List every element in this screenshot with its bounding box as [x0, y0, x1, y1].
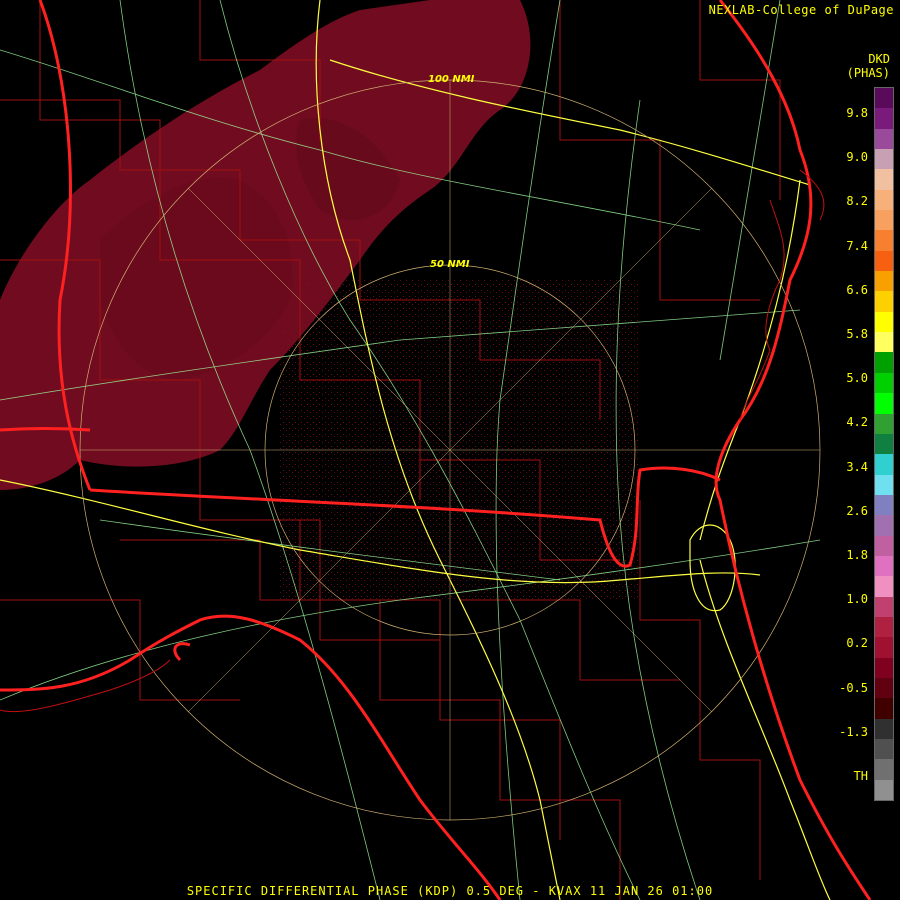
color-scale-segment: [875, 352, 893, 373]
product-caption: SPECIFIC DIFFERENTIAL PHASE (KDP) 0.5 DE…: [186, 884, 714, 898]
color-scale-label: -0.5: [839, 680, 868, 695]
product-code: DKD: [868, 52, 890, 66]
color-scale-segment: [875, 413, 893, 434]
color-scale-segment: [875, 108, 893, 129]
color-scale-segment: [875, 555, 893, 577]
radar-map: 100 NMI 50 NMI: [0, 0, 872, 900]
color-scale-segment: [875, 779, 893, 801]
color-scale-label: 5.0: [846, 371, 868, 386]
ring-label-50: 50 NMI: [430, 259, 470, 270]
color-scale-label: 1.0: [846, 592, 868, 607]
credit-text: NEXLAB-College of DuPage: [708, 3, 894, 17]
color-scale-segment: [875, 311, 893, 333]
color-scale-segment: [875, 637, 893, 658]
color-scale-segment: [875, 759, 893, 780]
color-scale-segment: [875, 433, 893, 455]
color-scale-segment: [875, 657, 893, 678]
color-scale-segment: [875, 698, 893, 719]
color-scale-segment: [875, 535, 893, 556]
color-scale-label: 9.0: [846, 150, 868, 165]
color-scale-segment: [875, 616, 893, 638]
color-scale-segment: [875, 250, 893, 272]
color-scale-label: 4.2: [846, 415, 868, 430]
color-scale-segment: [875, 128, 893, 150]
color-scale-label: 8.2: [846, 194, 868, 209]
color-scale-segment: [875, 372, 893, 394]
color-scale-segment: [875, 393, 893, 414]
color-scale-segment: [875, 271, 893, 292]
product-units: (PHAS): [846, 66, 890, 80]
color-scale-segment: [875, 210, 893, 231]
color-scale-label: 3.4: [846, 459, 868, 474]
ring-label-100: 100 NMI: [428, 74, 475, 85]
color-scale-segment: [875, 88, 893, 109]
color-scale-segment: [875, 515, 893, 536]
color-scale-segment: [875, 494, 893, 516]
color-scale-label: 6.6: [846, 282, 868, 297]
color-scale-segment: [875, 189, 893, 211]
product-label: DKD (PHAS): [847, 52, 890, 80]
color-scale-segment: [875, 332, 893, 353]
color-scale-segment: [875, 230, 893, 251]
color-scale-label: 1.8: [846, 548, 868, 562]
color-scale-label: 7.4: [846, 238, 868, 253]
color-scale-label: 9.8: [846, 106, 868, 120]
color-scale-label: 2.6: [846, 503, 868, 518]
color-scale-segment: [875, 291, 893, 312]
range-rings: [79, 79, 821, 821]
color-scale-label: TH: [853, 769, 868, 783]
color-scale-label: -1.3: [839, 724, 868, 739]
color-scale-segment: [875, 169, 893, 190]
color-scale-segment: [875, 454, 893, 475]
color-scale-segment: [875, 149, 893, 170]
color-scale-segment: [875, 677, 893, 699]
color-scale-segment: [875, 576, 893, 597]
color-scale-segment: [875, 474, 893, 495]
color-scale-segment: [875, 596, 893, 617]
color-scale-label: 5.8: [846, 327, 868, 341]
color-scale-label: 0.2: [846, 636, 868, 651]
color-scale-segment: [875, 739, 893, 760]
color-scale-bar: [874, 87, 894, 801]
color-scale-segment: [875, 718, 893, 739]
